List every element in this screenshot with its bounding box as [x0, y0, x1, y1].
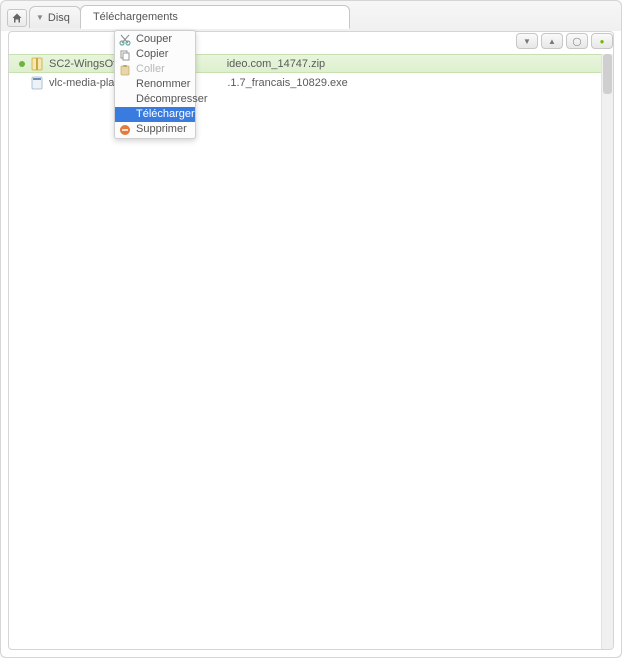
- menu-item-rename[interactable]: Renommer: [115, 77, 195, 92]
- toolbar-button-2[interactable]: ▲: [541, 33, 563, 49]
- menu-item-delete[interactable]: Supprimer: [115, 122, 195, 137]
- app-window: ▼ Disq Téléchargements ▼ ▲ ◯ ● SC2-Wings…: [0, 0, 622, 658]
- menu-label: Couper: [136, 34, 172, 45]
- toolbar-button-4[interactable]: ●: [591, 33, 613, 49]
- file-row[interactable]: SC2-WingsOfLiber ideo.com_14747.zip: [9, 54, 601, 73]
- menu-label: Supprimer: [136, 124, 187, 135]
- home-icon: [11, 12, 23, 24]
- tab-downloads[interactable]: Téléchargements: [80, 5, 350, 29]
- status-dot-icon: [19, 61, 25, 67]
- menu-label: Décompresser: [136, 94, 208, 105]
- file-name-right: ideo.com_14747.zip: [227, 58, 325, 70]
- copy-icon: [119, 49, 131, 61]
- menu-label: Renommer: [136, 79, 190, 90]
- exe-file-icon: [31, 76, 43, 90]
- tab-disk-label: Disq: [48, 12, 70, 24]
- menu-label: Coller: [136, 64, 165, 75]
- file-name-right: .1.7_francais_10829.exe: [227, 77, 347, 89]
- menu-item-paste: Coller: [115, 62, 195, 77]
- paste-icon: [119, 64, 131, 76]
- arrow-up-icon: ▲: [548, 37, 556, 46]
- toolbar-button-1[interactable]: ▼: [516, 33, 538, 49]
- menu-item-download[interactable]: Télécharger: [115, 107, 195, 122]
- blank-icon: [119, 109, 131, 121]
- toolbar-right: ▼ ▲ ◯ ●: [516, 33, 613, 49]
- arrow-down-icon: ▼: [523, 37, 531, 46]
- tab-disk[interactable]: ▼ Disq: [29, 6, 81, 28]
- home-button[interactable]: [7, 9, 27, 27]
- scrollbar[interactable]: [601, 54, 613, 649]
- file-panel: SC2-WingsOfLiber ideo.com_14747.zip vlc-…: [8, 31, 614, 650]
- blank-icon: [119, 79, 131, 91]
- menu-item-copy[interactable]: Copier: [115, 47, 195, 62]
- zip-file-icon: [31, 57, 43, 71]
- menu-item-cut[interactable]: Couper: [115, 32, 195, 47]
- status-dot-icon: [19, 80, 25, 86]
- context-menu: Couper Copier Coller Renommer Décompress…: [114, 30, 196, 139]
- status-icon: ●: [600, 37, 605, 46]
- blank-icon: [119, 94, 131, 106]
- file-list[interactable]: SC2-WingsOfLiber ideo.com_14747.zip vlc-…: [9, 54, 601, 649]
- delete-icon: [119, 124, 131, 136]
- tab-downloads-label: Téléchargements: [93, 11, 178, 23]
- file-row[interactable]: vlc-media-player_v .1.7_francais_10829.e…: [9, 73, 601, 92]
- dropdown-icon: ▼: [36, 13, 44, 22]
- tab-bar: ▼ Disq Téléchargements: [1, 1, 621, 31]
- refresh-icon: ◯: [573, 37, 582, 46]
- cut-icon: [119, 34, 131, 46]
- toolbar-button-3[interactable]: ◯: [566, 33, 588, 49]
- menu-label: Copier: [136, 49, 168, 60]
- menu-label: Télécharger: [136, 109, 195, 120]
- menu-item-decompress[interactable]: Décompresser: [115, 92, 195, 107]
- scrollbar-thumb[interactable]: [603, 54, 612, 94]
